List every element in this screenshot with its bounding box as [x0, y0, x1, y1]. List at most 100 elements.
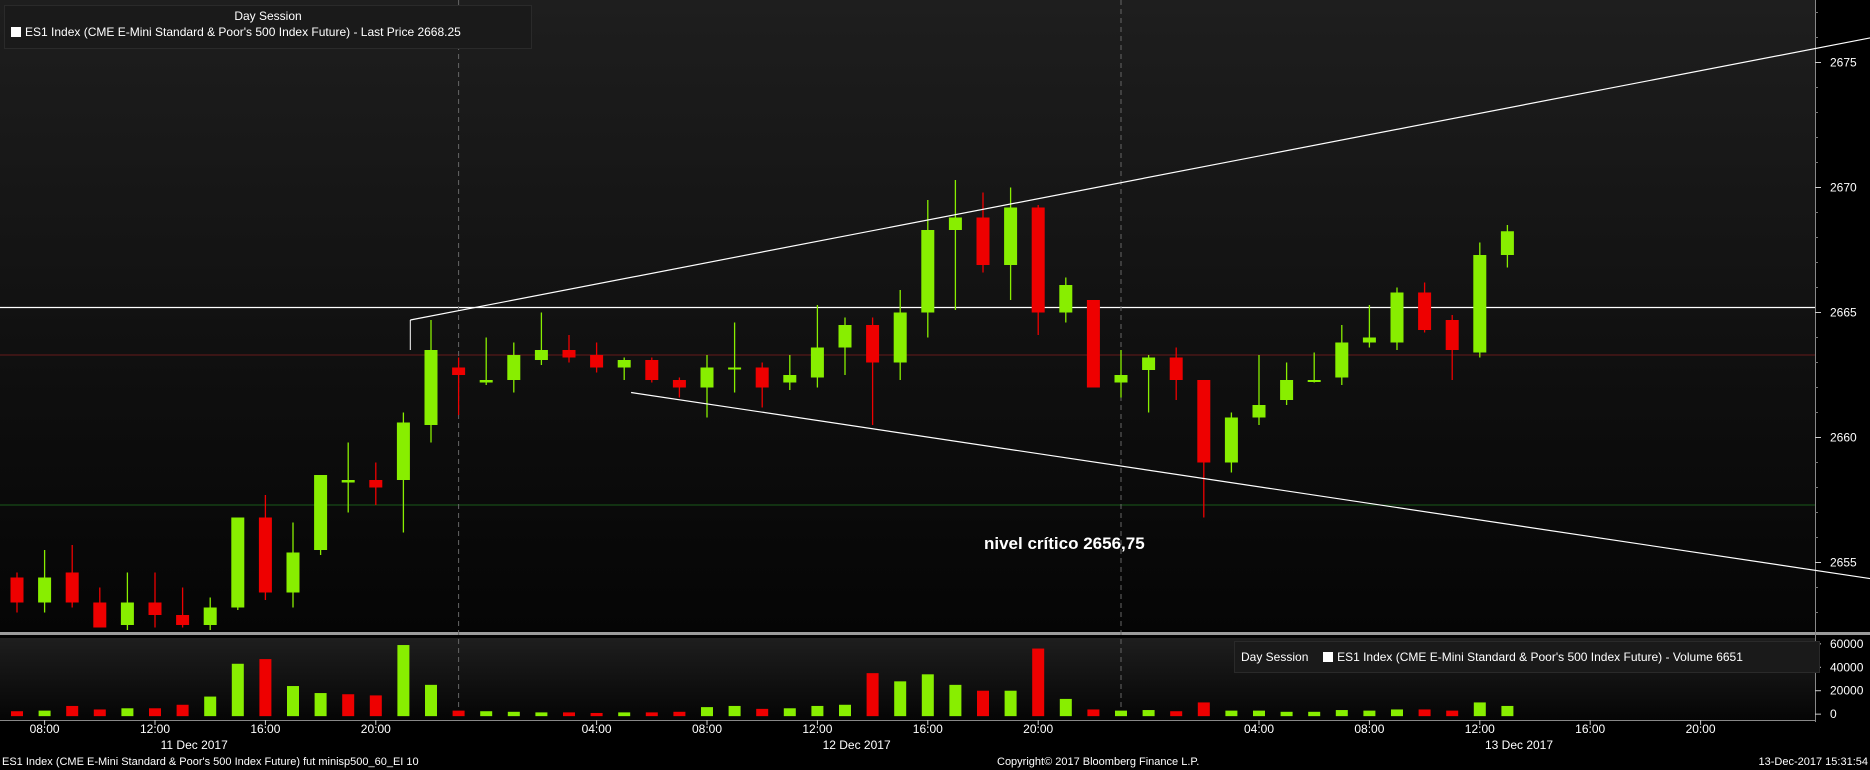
candle-body	[617, 360, 631, 368]
volume-swatch-icon	[1323, 652, 1334, 662]
candle-body	[783, 375, 797, 383]
candle-body	[258, 517, 272, 593]
volume-bar	[121, 708, 134, 717]
candle-body	[10, 577, 24, 603]
price-axis-label: 2655	[1830, 556, 1857, 570]
candle-body	[921, 230, 935, 313]
volume-bar	[259, 659, 272, 717]
candle-body	[645, 360, 659, 380]
candle-body	[93, 602, 107, 628]
candle-body	[893, 312, 907, 363]
candle-body	[755, 367, 769, 388]
volume-bar	[507, 711, 520, 717]
candle-body	[507, 355, 521, 380]
volume-bar	[949, 684, 962, 717]
volume-bar	[1170, 711, 1183, 717]
volume-bar	[1501, 705, 1514, 717]
candle-body	[1169, 357, 1183, 380]
footer-timestamp: 13-Dec-2017 15:31:54	[1758, 756, 1868, 768]
volume-legend-session: Day Session	[1241, 650, 1309, 664]
volume-bar	[176, 704, 189, 717]
candle	[314, 475, 328, 555]
date-axis-label: 12 Dec 2017	[823, 738, 891, 752]
candle-body	[948, 217, 962, 230]
candle-body	[38, 577, 52, 603]
volume-legend-series: ES1 Index (CME E-Mini Standard & Poor's …	[1337, 650, 1743, 664]
candle-body	[728, 367, 742, 370]
candle-body	[424, 350, 438, 425]
volume-bar	[149, 708, 161, 717]
volume-bar	[921, 674, 934, 717]
candle-body	[1418, 292, 1432, 330]
time-axis-label: 04:00	[1244, 722, 1274, 736]
volume-bar	[480, 711, 493, 717]
candle-body	[1004, 207, 1018, 265]
volume-bar	[1391, 709, 1403, 717]
candle-body	[1031, 207, 1045, 313]
time-axis-label: 20:00	[361, 722, 391, 736]
candle-body	[314, 475, 328, 550]
volume-bar	[1418, 709, 1431, 717]
time-axis-label: 12:00	[140, 722, 170, 736]
volume-bar	[314, 693, 327, 717]
volume-bar	[1473, 702, 1486, 717]
volume-bar	[839, 704, 851, 717]
candle-body	[1390, 292, 1404, 343]
candle	[1473, 242, 1487, 358]
candle	[231, 517, 245, 610]
time-axis-label: 08:00	[30, 722, 60, 736]
candle-body	[120, 602, 134, 625]
candle	[645, 357, 659, 383]
volume-bar	[535, 712, 548, 717]
time-axis-label: 08:00	[1354, 722, 1384, 736]
price-legend-series-row: ES1 Index (CME E-Mini Standard & Poor's …	[11, 24, 525, 40]
time-axis-label: 16:00	[913, 722, 943, 736]
volume-bar	[1308, 711, 1321, 717]
volume-bar	[1253, 710, 1265, 717]
footer-copyright: Copyright© 2017 Bloomberg Finance L.P.	[997, 756, 1200, 768]
candle-body	[1335, 342, 1349, 378]
volume-bar	[783, 708, 796, 717]
time-axis-label: 20:00	[1686, 722, 1716, 736]
volume-bar	[11, 711, 23, 717]
price-legend-session: Day Session	[234, 9, 302, 23]
candle-body	[231, 517, 245, 608]
volume-bar	[1197, 702, 1210, 717]
volume-bar	[645, 712, 658, 717]
time-axis-label: 16:00	[250, 722, 280, 736]
candle-body	[1114, 375, 1128, 383]
volume-bar	[1363, 710, 1376, 717]
candle-body	[1224, 417, 1238, 463]
volume-axis-label: 60000	[1830, 637, 1864, 651]
volume-axis-label: 20000	[1830, 684, 1864, 698]
volume-bar	[1032, 648, 1045, 717]
volume-bar	[977, 690, 989, 717]
footer: ES1 Index (CME E-Mini Standard & Poor's …	[0, 754, 1870, 770]
critical-level-annotation: nivel crítico 2656,75	[984, 534, 1145, 553]
volume-bar	[66, 705, 79, 717]
volume-bar	[1115, 710, 1127, 717]
volume-bar	[1335, 710, 1348, 717]
volume-bar	[93, 709, 106, 717]
volume-bar	[618, 712, 631, 717]
candle-body	[176, 615, 190, 625]
candle-body	[452, 367, 466, 375]
candle-body	[65, 572, 79, 603]
volume-bar	[563, 712, 575, 717]
time-axis-label: 20:00	[1023, 722, 1053, 736]
candle	[1390, 287, 1404, 350]
date-axis-label: 13 Dec 2017	[1485, 738, 1553, 752]
volume-axis-label: 40000	[1830, 660, 1864, 674]
series-swatch-icon	[11, 27, 21, 37]
volume-bar	[1059, 698, 1072, 717]
candle-body	[396, 422, 410, 480]
volume-axis-label: 0	[1830, 707, 1837, 721]
volume-bar	[397, 645, 410, 717]
volume-bar	[866, 673, 879, 717]
volume-bar	[1446, 710, 1459, 717]
candle-body	[341, 480, 355, 483]
candle-body	[1086, 300, 1100, 388]
candle-body	[1473, 255, 1487, 353]
candle-body	[866, 325, 880, 363]
candle-body	[838, 325, 852, 348]
